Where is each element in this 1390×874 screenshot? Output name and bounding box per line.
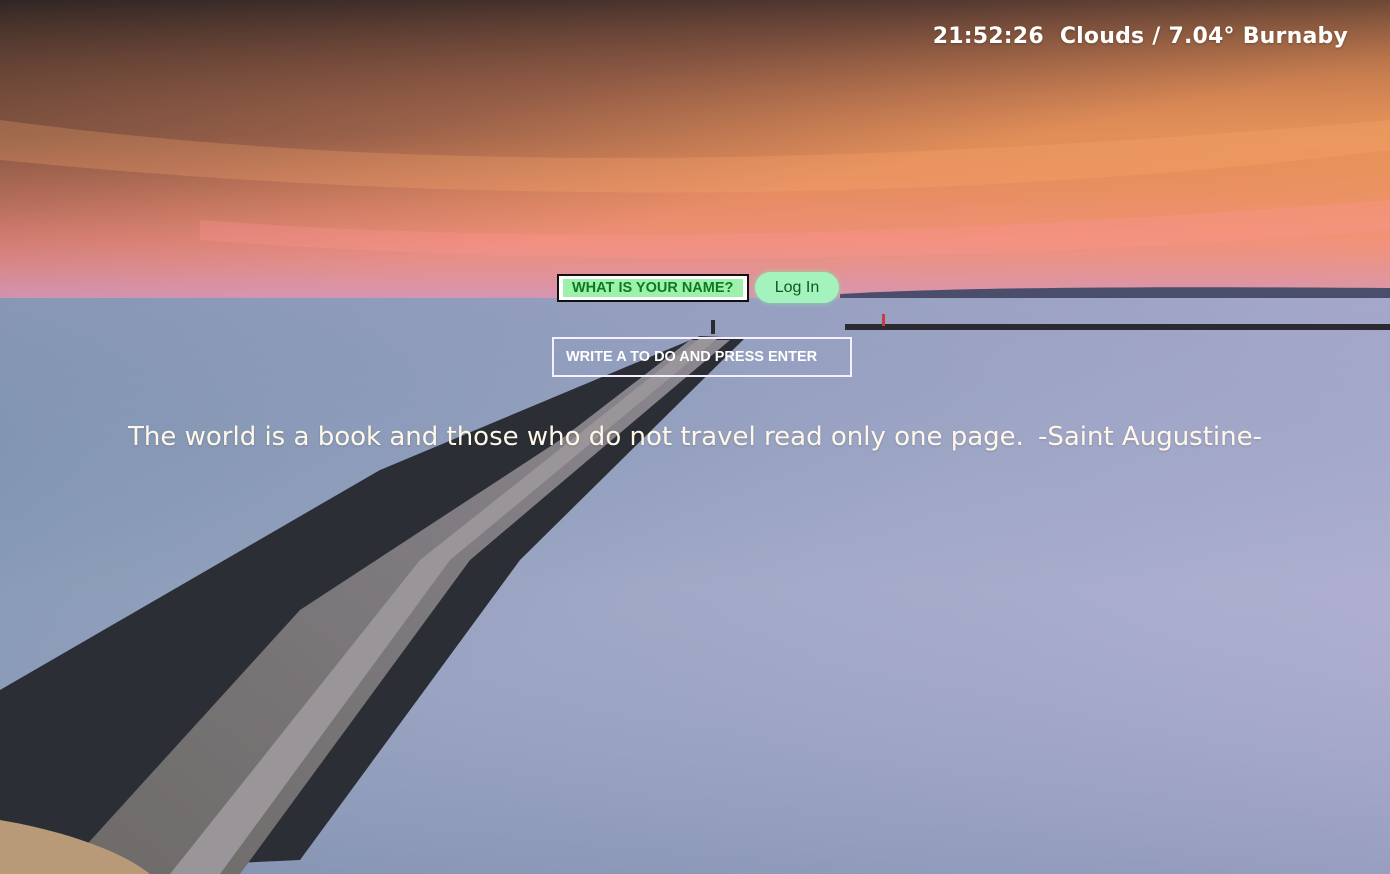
todo-input[interactable]: WRITE A TO DO AND PRESS ENTER <box>552 337 852 377</box>
top-status-bar: 21:52:26 Clouds / 7.04° Burnaby <box>933 24 1348 49</box>
temperature: 7.04° <box>1168 24 1235 49</box>
clock: 21:52:26 <box>932 24 1044 49</box>
quote: The world is a book and those who do not… <box>0 422 1390 452</box>
weather-info: Clouds / 7.04° Burnaby <box>1060 24 1348 49</box>
city-name: Burnaby <box>1242 24 1348 49</box>
login-button[interactable]: Log In <box>755 272 839 303</box>
quote-text: The world is a book and those who do not… <box>127 422 1024 452</box>
name-input[interactable]: WHAT IS YOUR NAME? <box>557 273 749 302</box>
login-form: WHAT IS YOUR NAME? Log In <box>557 272 839 303</box>
name-input-placeholder[interactable]: WHAT IS YOUR NAME? <box>563 278 743 297</box>
weather-condition: Clouds / <box>1059 24 1161 49</box>
quote-author: -Saint Augustine- <box>1037 422 1262 452</box>
